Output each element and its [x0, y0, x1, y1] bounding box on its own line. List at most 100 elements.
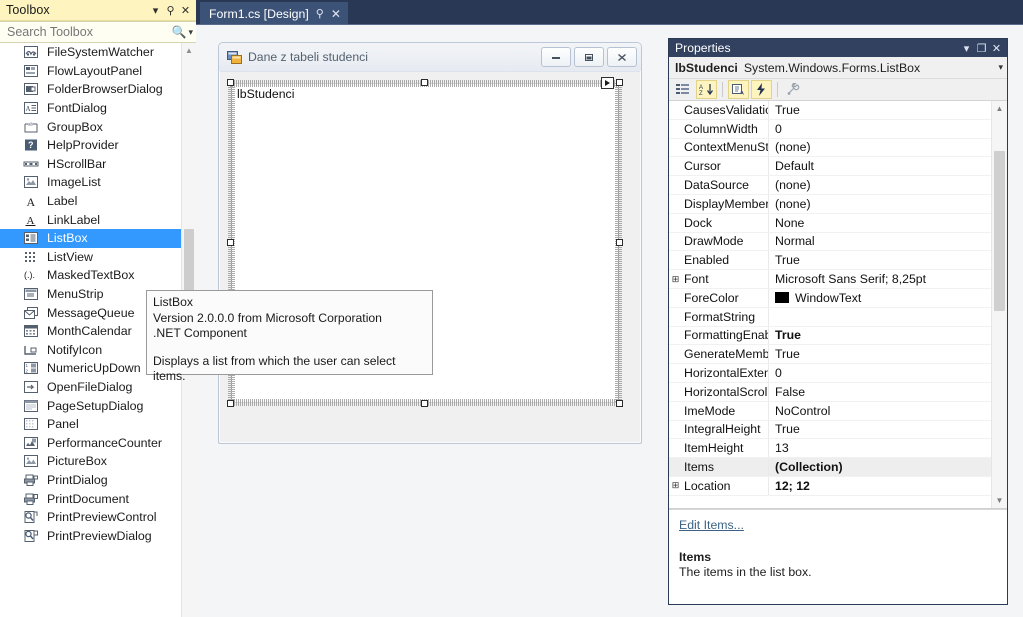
property-row[interactable]: Items (Collection)	[669, 458, 992, 477]
toolbox-item-picturebox[interactable]: PictureBox	[0, 452, 182, 471]
minimize-button[interactable]	[541, 47, 571, 67]
pin-icon[interactable]: ⚲	[316, 7, 324, 20]
chevron-down-icon[interactable]: ▾	[998, 62, 1003, 73]
property-value[interactable]: WindowText	[769, 291, 992, 305]
close-icon[interactable]: ✕	[178, 4, 193, 17]
property-row[interactable]: FormatString	[669, 307, 992, 327]
expand-icon[interactable]: ⊞	[669, 274, 682, 285]
scroll-down-icon[interactable]: ▼	[992, 493, 1007, 508]
toolbox-item-linklabel[interactable]: A LinkLabel	[0, 210, 182, 229]
search-icon[interactable]: 🔍	[172, 25, 187, 39]
toolbox-item-filesystemwatcher[interactable]: FileSystemWatcher	[0, 43, 182, 62]
resize-handle-top-left[interactable]	[227, 79, 234, 86]
resize-handle-bottom-center[interactable]	[421, 400, 428, 407]
toolbox-item-performancecounter[interactable]: PerformanceCounter	[0, 433, 182, 452]
properties-object-selector[interactable]: lbStudenci System.Windows.Forms.ListBox …	[669, 57, 1007, 79]
property-value[interactable]: Default	[769, 159, 992, 173]
chevron-down-icon[interactable]: ▾	[188, 27, 193, 38]
expand-icon[interactable]: ⊞	[669, 480, 682, 491]
close-button[interactable]	[607, 47, 637, 67]
property-value[interactable]: None	[769, 216, 992, 230]
smart-tag-arrow-icon[interactable]	[601, 77, 614, 89]
edit-items-link[interactable]: Edit Items...	[679, 518, 744, 532]
property-row[interactable]: ForeColor WindowText	[669, 288, 992, 308]
close-icon[interactable]: ✕	[331, 7, 341, 21]
close-icon[interactable]: ✕	[989, 42, 1004, 55]
pin-icon[interactable]: ⚲	[163, 4, 178, 17]
categorized-button[interactable]	[673, 80, 694, 99]
resize-handle-top-center[interactable]	[421, 79, 428, 86]
resize-handle-middle-right[interactable]	[616, 239, 623, 246]
toolbox-item-listbox[interactable]: ListBox	[0, 228, 182, 248]
property-value[interactable]: (none)	[769, 197, 992, 211]
property-value[interactable]: False	[769, 385, 992, 399]
property-row[interactable]: Enabled True	[669, 251, 992, 271]
property-row[interactable]: HorizontalExtent 0	[669, 364, 992, 383]
property-row[interactable]: IntegralHeight True	[669, 420, 992, 440]
property-row[interactable]: ImeMode NoControl	[669, 401, 992, 421]
toolbox-item-panel[interactable]: Panel	[0, 415, 182, 434]
property-value[interactable]: Normal	[769, 234, 992, 248]
property-row[interactable]: DataSource (none)	[669, 176, 992, 195]
toolbox-item-folderbrowserdialog[interactable]: FolderBrowserDialog	[0, 80, 182, 99]
property-value[interactable]: 13	[769, 441, 992, 455]
chevron-down-icon[interactable]: ▾	[959, 42, 974, 55]
toolbox-item-pagesetupdialog[interactable]: PageSetupDialog	[0, 396, 182, 415]
property-row[interactable]: ItemHeight 13	[669, 439, 992, 459]
property-value[interactable]: True	[769, 253, 992, 267]
toolbox-item-printdocument[interactable]: PrintDocument	[0, 489, 182, 508]
toolbox-item-printpreviewdialog[interactable]: PrintPreviewDialog	[0, 526, 182, 545]
toolbox-item-hscrollbar[interactable]: HScrollBar	[0, 155, 182, 174]
toolbox-item-label[interactable]: A Label	[0, 192, 182, 211]
property-row[interactable]: Dock None	[669, 213, 992, 233]
property-row[interactable]: HorizontalScrollbarFalse	[669, 382, 992, 402]
property-value[interactable]: True	[769, 347, 992, 361]
tab-form1-design[interactable]: Form1.cs [Design] ⚲ ✕	[200, 2, 348, 24]
scroll-up-icon[interactable]: ▲	[992, 101, 1007, 116]
property-value[interactable]: True	[769, 103, 992, 117]
property-value[interactable]: True	[769, 328, 992, 342]
toolbox-item-imagelist[interactable]: ImageList	[0, 173, 182, 192]
property-row[interactable]: ⊞ Location 12; 12	[669, 476, 992, 496]
toolbox-search-bar[interactable]: 🔍 ▾	[0, 21, 196, 43]
property-row[interactable]: DrawMode Normal	[669, 232, 992, 252]
property-row[interactable]: Cursor Default	[669, 157, 992, 177]
property-value[interactable]: (none)	[769, 140, 992, 154]
maximize-icon[interactable]: ❐	[974, 42, 989, 55]
property-pages-button[interactable]	[783, 80, 804, 99]
resize-handle-middle-left[interactable]	[227, 239, 234, 246]
property-value[interactable]: (none)	[769, 178, 992, 192]
form-title-bar[interactable]: Dane z tabeli studenci	[219, 43, 641, 71]
property-value[interactable]: 0	[769, 122, 992, 136]
property-value[interactable]: Microsoft Sans Serif; 8,25pt	[769, 272, 992, 286]
property-row[interactable]: GenerateMemberTrue	[669, 345, 992, 365]
toolbox-item-printpreviewcontrol[interactable]: PrintPreviewControl	[0, 508, 182, 527]
scroll-up-icon[interactable]: ▲	[182, 43, 196, 58]
property-value[interactable]: True	[769, 422, 992, 436]
property-row[interactable]: ⊞ Font Microsoft Sans Serif; 8,25pt	[669, 270, 992, 289]
form-client-area[interactable]: lbStudenci	[220, 71, 640, 442]
resize-handle-bottom-left[interactable]	[227, 400, 234, 407]
toolbox-item-groupbox[interactable]: ab GroupBox	[0, 117, 182, 136]
scrollbar-thumb[interactable]	[994, 151, 1005, 311]
toolbox-item-listview[interactable]: ListView	[0, 248, 182, 267]
resize-handle-top-right[interactable]	[616, 79, 623, 86]
chevron-down-icon[interactable]: ▾	[148, 4, 163, 17]
toolbox-item-printdialog[interactable]: PrintDialog	[0, 471, 182, 490]
properties-scrollbar[interactable]: ▲ ▼	[991, 101, 1007, 508]
property-row[interactable]: CausesValidationTrue	[669, 101, 992, 120]
toolbox-item-flowlayoutpanel[interactable]: FlowLayoutPanel	[0, 62, 182, 81]
search-input[interactable]	[5, 24, 172, 40]
properties-button[interactable]	[728, 80, 749, 99]
property-row[interactable]: ColumnWidth 0	[669, 119, 992, 139]
toolbox-item-fontdialog[interactable]: A FontDialog	[0, 99, 182, 118]
property-value[interactable]: 12; 12	[769, 479, 992, 493]
toolbox-item-helpprovider[interactable]: ? HelpProvider	[0, 136, 182, 155]
alphabetical-button[interactable]: A Z	[696, 80, 717, 99]
property-value[interactable]: 0	[769, 366, 992, 380]
property-row[interactable]: FormattingEnabledTrue	[669, 326, 992, 346]
toolbox-item-maskedtextbox[interactable]: (.). MaskedTextBox	[0, 266, 182, 285]
property-value[interactable]: NoControl	[769, 404, 992, 418]
property-row[interactable]: DisplayMember (none)	[669, 194, 992, 214]
events-button[interactable]	[751, 80, 772, 99]
